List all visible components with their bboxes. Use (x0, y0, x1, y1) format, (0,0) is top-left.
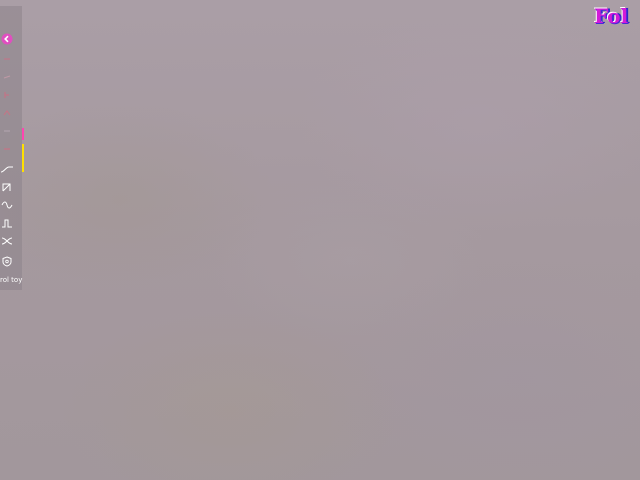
shield-icon (2, 255, 12, 267)
app-logo: Fol (594, 4, 629, 28)
back-button[interactable] (0, 32, 14, 46)
tool-button-1[interactable] (0, 52, 14, 66)
shield-tool-button[interactable] (0, 254, 14, 268)
tool-button-6[interactable] (0, 142, 14, 156)
faint-red-tool-icon (3, 110, 11, 116)
sine-tool-button[interactable] (0, 198, 14, 212)
ramp-tool-button[interactable] (0, 162, 14, 176)
faint-tool-icon (4, 130, 10, 132)
crossing-waves-icon (1, 237, 13, 245)
ramp-curve-icon (0, 166, 13, 173)
sine-wave-icon (1, 201, 13, 209)
sawtooth-icon (2, 183, 11, 192)
faint-red-tool-icon (4, 148, 10, 150)
sawtooth-tool-button[interactable] (0, 180, 14, 194)
tool-button-3[interactable] (0, 88, 14, 102)
yellow-accent-indicator (22, 144, 24, 172)
pulse-wave-icon (2, 219, 12, 228)
pink-accent-indicator (22, 128, 24, 140)
sidebar-label: rol toy (0, 276, 23, 284)
tool-button-5[interactable] (0, 124, 14, 138)
back-circle-icon (1, 33, 13, 45)
faint-red-tool-icon (3, 75, 11, 79)
crossing-tool-button[interactable] (0, 234, 14, 248)
tool-button-2[interactable] (0, 70, 14, 84)
background-canvas[interactable] (0, 0, 640, 480)
faint-red-tool-icon (4, 92, 9, 98)
pulse-tool-button[interactable] (0, 216, 14, 230)
faint-red-tool-icon (4, 58, 10, 60)
tool-button-4[interactable] (0, 106, 14, 120)
